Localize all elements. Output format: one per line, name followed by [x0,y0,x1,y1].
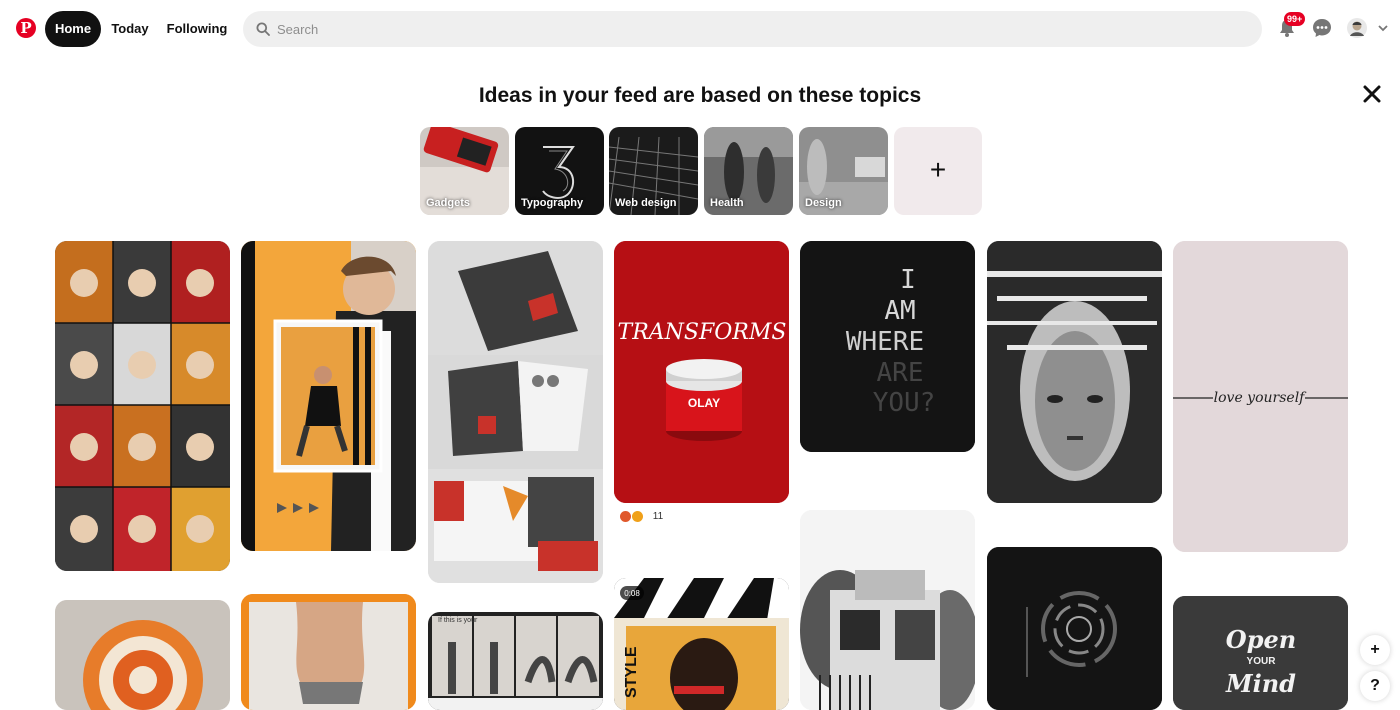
topics-heading: Ideas in your feed are based on these to… [478,84,922,107]
help-button[interactable]: ? [1360,671,1390,701]
topic-label: Web design [615,197,677,209]
mind-text: Mind [1225,669,1296,698]
nav-following-tab[interactable]: Following [160,11,234,47]
pin-image [428,241,603,583]
topic-label: Typography [521,197,584,209]
pin-open-your-mind[interactable]: Open YOUR Mind [1173,596,1348,710]
transforms-text: TRANSFORMS [618,320,787,345]
topic-typography[interactable]: Typography [515,127,604,215]
pin-image [55,600,230,710]
iam-word-4: ARE [877,358,924,388]
pin-image [987,547,1162,710]
pinterest-logo-icon[interactable]: P [16,18,36,38]
pin-image [241,241,416,551]
iam-word-2: AM [884,296,915,326]
pin-image: STYLE 0:08 [614,578,789,710]
open-text: Open [1226,625,1296,654]
pin-reactions[interactable]: 11 [620,511,663,522]
topic-label: Gadgets [426,197,471,209]
pin-glitch-face[interactable] [987,241,1162,503]
top-nav-bar: P Home Today Following 99+ [0,0,1400,57]
yoga-caption-text: If this is your [438,617,478,624]
topic-web-design[interactable]: Web design [609,127,698,215]
topic-label: Design [805,197,842,209]
add-topic-button[interactable]: + [894,127,982,215]
pin-image [241,594,416,710]
nav-today-tab[interactable]: Today [105,11,155,47]
love-yourself-text: love yourself [1214,390,1308,406]
reaction-count: 11 [652,511,664,523]
pin-image: TRANSFORMS OLAY [614,241,789,503]
create-plus-button[interactable]: + [1360,635,1390,665]
pin-mandala[interactable] [55,600,230,710]
pin-football-poster[interactable] [241,241,416,551]
iam-word-1: I [900,265,916,295]
olay-brand-text: OLAY [688,396,720,410]
pin-flab-to-flat[interactable] [241,594,416,710]
pin-image: love yourself [1173,241,1348,552]
pin-brochure-mockup[interactable] [428,241,603,583]
iam-word-3: WHERE [846,327,924,357]
pin-comic-portraits[interactable] [55,241,230,571]
messages-icon[interactable] [1311,17,1333,39]
topic-design[interactable]: Design [799,127,888,215]
notification-count-badge: 99+ [1284,12,1306,26]
iam-word-5: YOU? [873,388,936,418]
pin-image: If this is your [428,612,603,710]
pin-style-video[interactable]: STYLE 0:08 [614,578,789,710]
pin-image [800,510,975,710]
topic-gadgets[interactable]: Gadgets [420,127,509,215]
topic-health[interactable]: Health [704,127,793,215]
close-icon[interactable] [1360,82,1384,106]
video-duration: 0:08 [624,589,640,598]
pin-image [55,241,230,571]
pin-image: I AM WHERE ARE YOU? [800,241,975,452]
heart-eyes-emoji-icon [620,511,631,522]
pin-modern-house[interactable] [800,510,975,710]
topic-label: Health [710,197,744,209]
chevron-down-icon[interactable] [1378,24,1388,32]
pin-circular-tech[interactable] [987,547,1162,710]
pin-image: Open YOUR Mind [1173,596,1348,710]
pin-love-yourself[interactable]: love yourself [1173,241,1348,552]
nav-home-tab[interactable]: Home [45,11,101,47]
pin-yoga-poses[interactable]: If this is your [428,612,603,710]
search-icon [256,22,270,36]
style-text: STYLE [623,646,640,698]
love-emoji-icon [632,511,643,522]
your-text: YOUR [1247,656,1277,667]
search-input[interactable] [277,11,1237,47]
pin-i-am-where-are-you[interactable]: I AM WHERE ARE YOU? [800,241,975,452]
profile-avatar-icon[interactable] [1346,17,1368,39]
pin-olay-transforms[interactable]: TRANSFORMS OLAY [614,241,789,503]
search-bar[interactable] [243,11,1262,47]
pin-image [987,241,1162,503]
